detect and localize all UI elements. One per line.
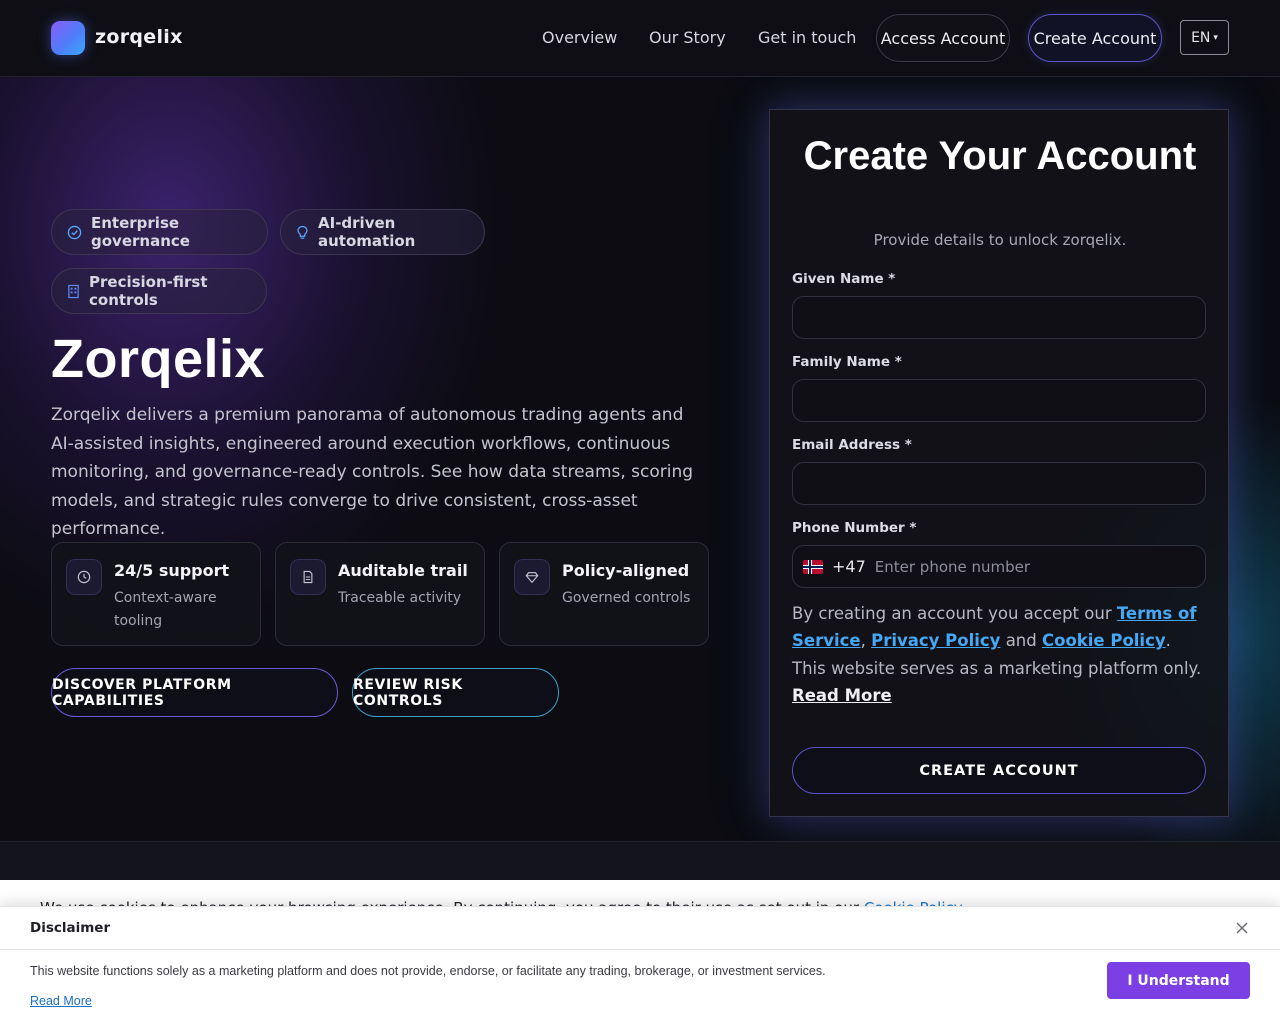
i-understand-button[interactable]: I Understand bbox=[1107, 962, 1250, 999]
email-input[interactable] bbox=[792, 462, 1206, 505]
given-name-input[interactable] bbox=[792, 296, 1206, 339]
family-name-input[interactable] bbox=[792, 379, 1206, 422]
chip-label: Precision-first controls bbox=[89, 273, 208, 309]
logo-icon[interactable] bbox=[51, 21, 85, 55]
phone-label: Phone Number * bbox=[792, 520, 917, 536]
dial-code[interactable]: +47 bbox=[832, 557, 866, 576]
nav-our-story[interactable]: Our Story bbox=[649, 28, 726, 47]
hero-title: Zorqelix bbox=[51, 329, 266, 389]
lightbulb-icon bbox=[297, 225, 308, 239]
phone-input[interactable] bbox=[874, 557, 1175, 576]
create-account-nav-button[interactable]: Create Account bbox=[1028, 14, 1162, 62]
close-icon[interactable] bbox=[1233, 919, 1251, 937]
norway-flag-icon[interactable] bbox=[803, 559, 823, 574]
review-risk-controls-button[interactable]: REVIEW RISK CONTROLS bbox=[352, 668, 559, 717]
feature-card-audit: Auditable trail Traceable activity bbox=[275, 542, 485, 646]
hero-section: Enterprise governance AI-driven automati… bbox=[0, 77, 1280, 841]
document-icon bbox=[290, 559, 326, 595]
feature-card-policy: Policy-aligned Governed controls bbox=[499, 542, 709, 646]
hero-description: Zorqelix delivers a premium panorama of … bbox=[51, 405, 694, 540]
email-label: Email Address * bbox=[792, 437, 912, 453]
given-name-label: Given Name * bbox=[792, 271, 896, 287]
feature-title: Policy-aligned bbox=[562, 561, 690, 580]
privacy-link[interactable]: Privacy Policy bbox=[871, 631, 1000, 650]
feature-card-support: 24/5 support Context-aware tooling bbox=[51, 542, 261, 646]
form-subtitle: Provide details to unlock zorqelix. bbox=[873, 231, 1127, 249]
section-band bbox=[0, 841, 1280, 880]
create-account-button[interactable]: CREATE ACCOUNT bbox=[792, 747, 1206, 794]
family-name-label: Family Name * bbox=[792, 354, 902, 370]
chip-label: AI-driven automation bbox=[318, 214, 416, 250]
discover-capabilities-button[interactable]: DISCOVER PLATFORM CAPABILITIES bbox=[51, 668, 338, 717]
chip-precision-controls: Precision-first controls bbox=[51, 268, 267, 314]
disclaimer-banner: Disclaimer This website functions solely… bbox=[0, 906, 1280, 1024]
form-title: Create Your Account bbox=[803, 134, 1197, 178]
diamond-icon bbox=[514, 559, 550, 595]
chip-ai-automation: AI-driven automation bbox=[280, 209, 485, 255]
brand-name[interactable]: zorqelix bbox=[95, 26, 183, 48]
nav-overview[interactable]: Overview bbox=[542, 28, 617, 47]
cookie-policy-link[interactable]: Cookie Policy bbox=[1042, 631, 1166, 650]
clock-icon bbox=[66, 559, 102, 595]
disclaimer-read-more-link[interactable]: Read More bbox=[30, 994, 92, 1008]
feature-subtitle: Governed controls bbox=[562, 590, 691, 606]
disclaimer-text: This website functions solely as a marke… bbox=[30, 964, 826, 978]
grid-icon bbox=[68, 284, 79, 298]
signup-form: Create Your Account Provide details to u… bbox=[769, 109, 1229, 817]
language-selector[interactable]: EN ▾ bbox=[1180, 20, 1229, 55]
site-header: zorqelix Overview Our Story Get in touch… bbox=[0, 0, 1280, 77]
language-code: EN bbox=[1191, 29, 1211, 46]
consent-text: By creating an account you accept our Te… bbox=[792, 604, 1202, 706]
divider bbox=[0, 949, 1280, 950]
feature-title: 24/5 support bbox=[114, 561, 230, 580]
nav-get-in-touch[interactable]: Get in touch bbox=[758, 28, 856, 47]
check-circle-icon bbox=[67, 225, 82, 239]
chip-enterprise-governance: Enterprise governance bbox=[51, 209, 268, 255]
feature-title: Auditable trail bbox=[338, 561, 468, 580]
feature-subtitle: Traceable activity bbox=[338, 590, 462, 606]
chip-label: Enterprise governance bbox=[91, 214, 190, 250]
feature-subtitle: Context-aware tooling bbox=[114, 590, 217, 629]
disclaimer-title: Disclaimer bbox=[30, 920, 111, 936]
chevron-down-icon: ▾ bbox=[1213, 32, 1218, 43]
phone-field: +47 bbox=[792, 545, 1206, 588]
read-more-link[interactable]: Read More bbox=[792, 686, 892, 705]
access-account-button[interactable]: Access Account bbox=[876, 14, 1010, 62]
